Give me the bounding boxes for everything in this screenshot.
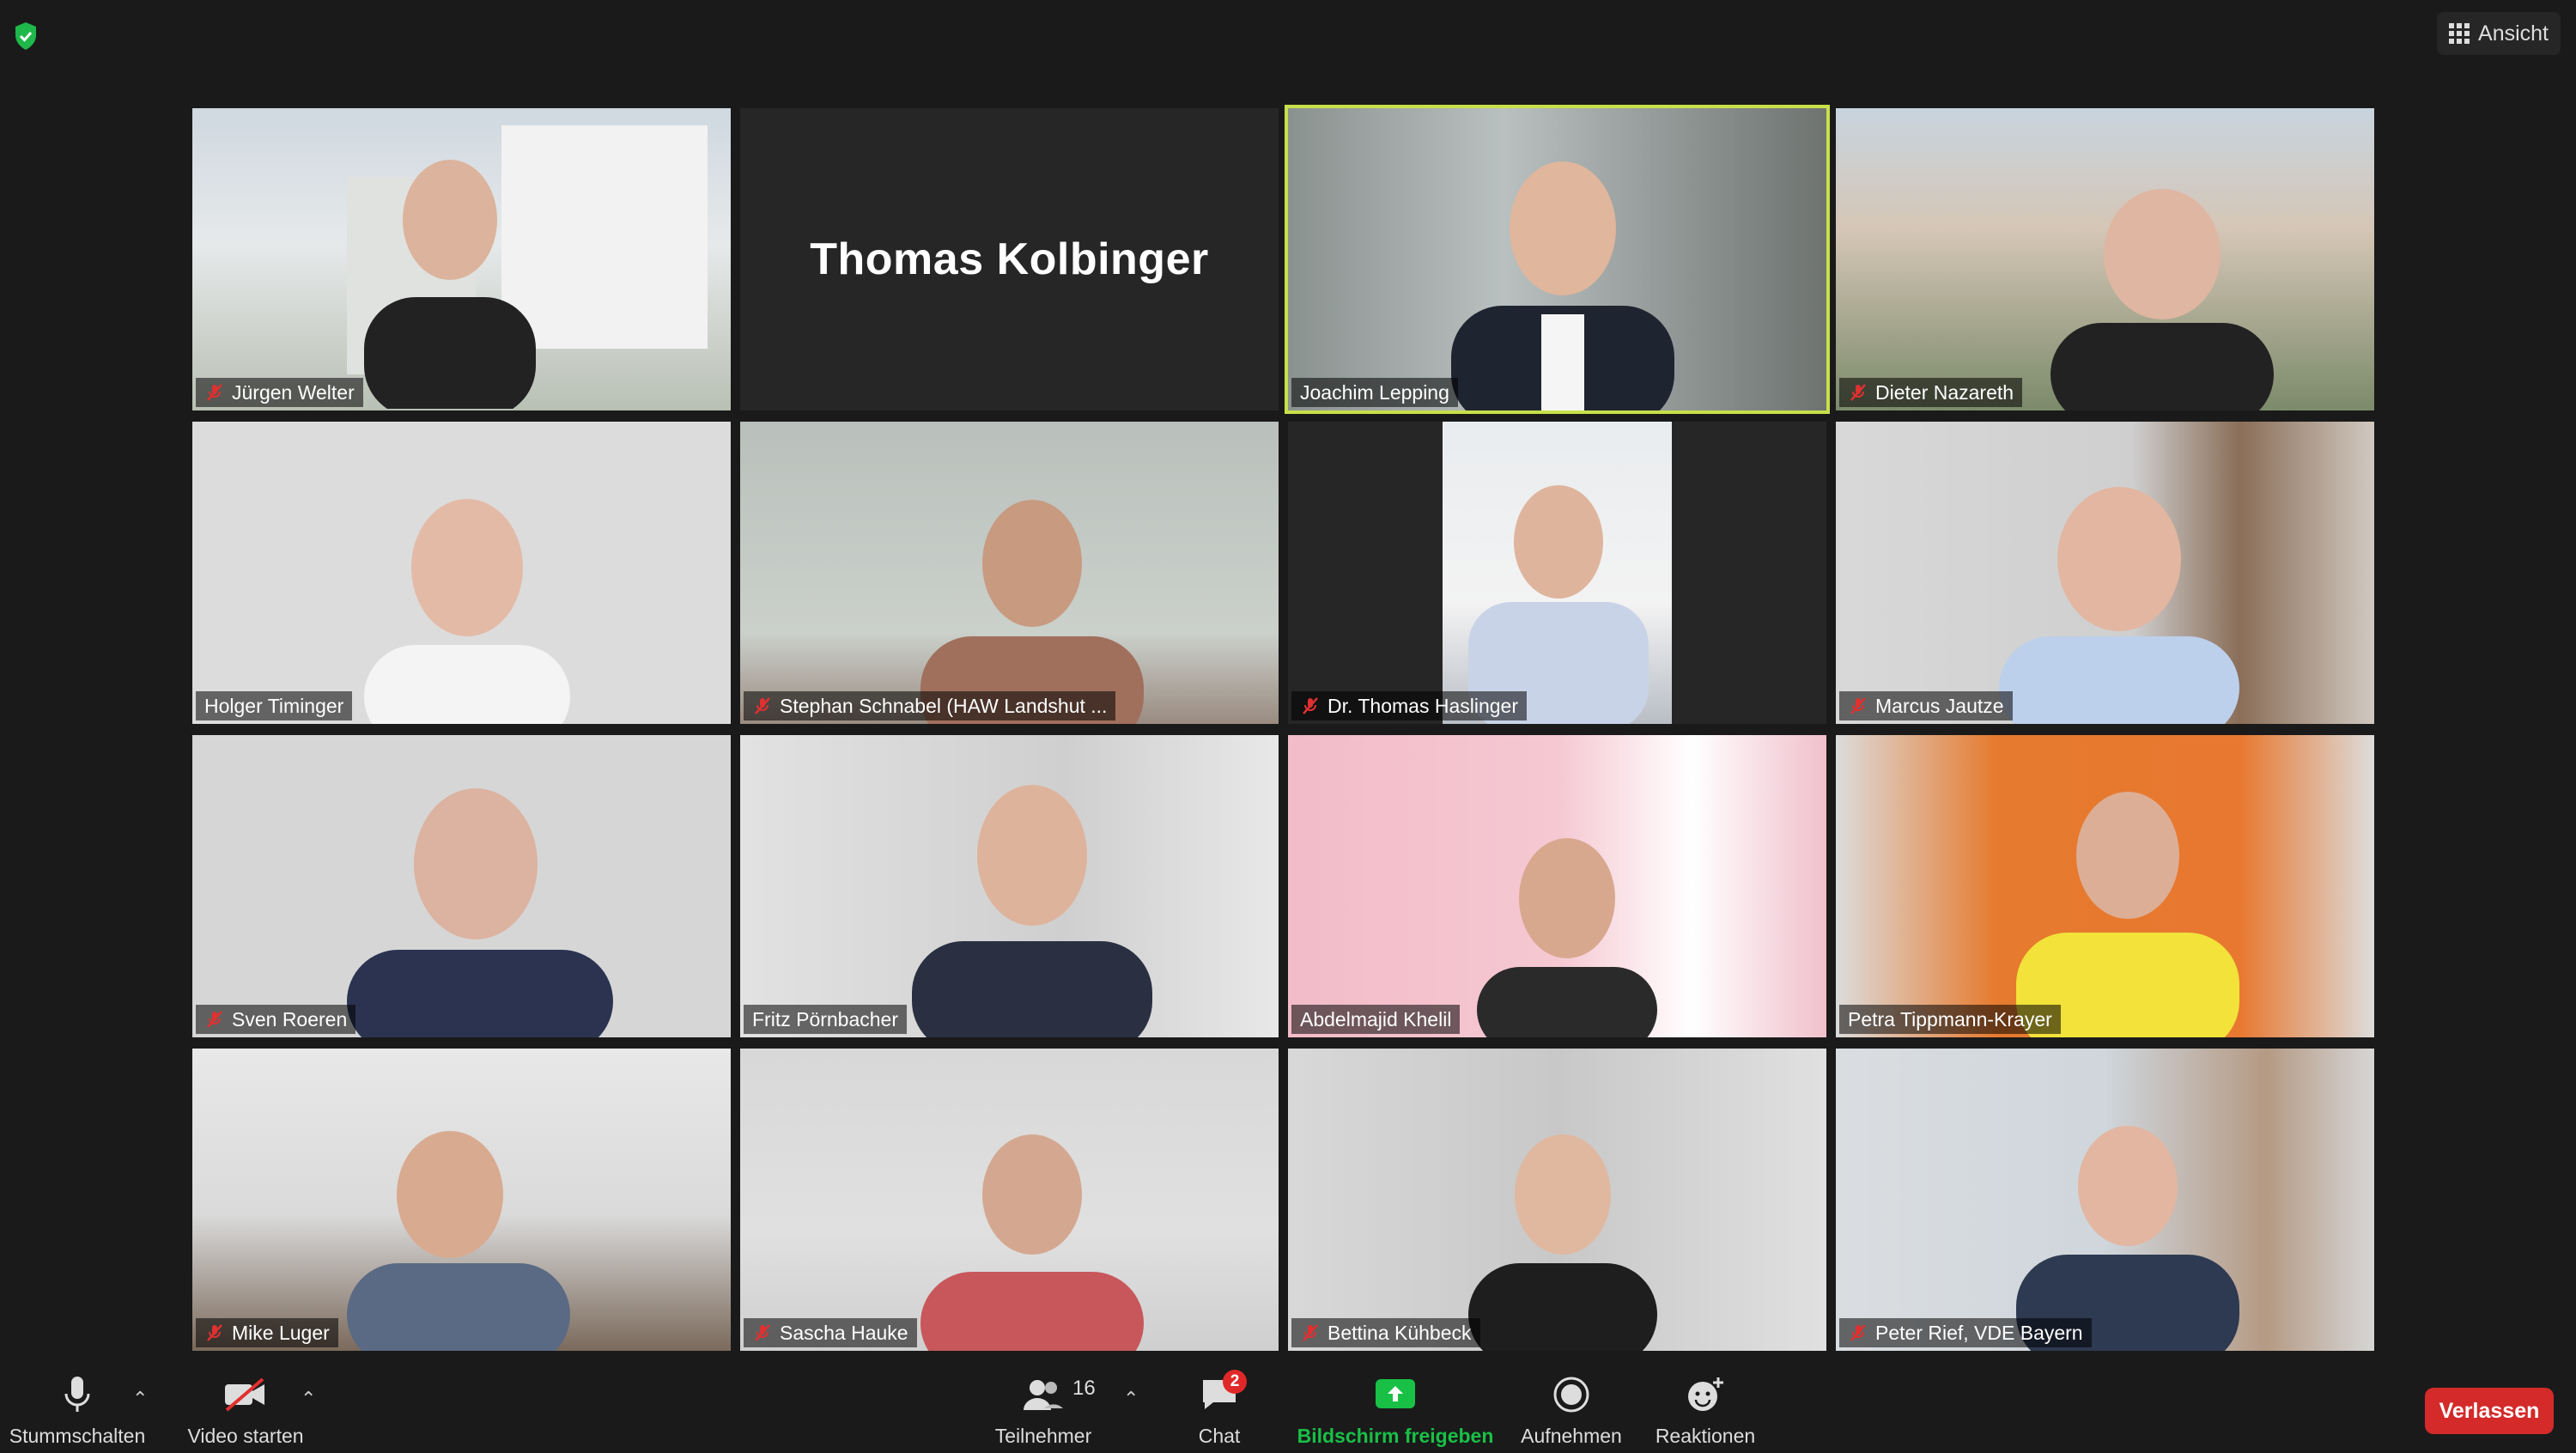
video-off-icon <box>222 1371 270 1418</box>
meeting-toolbar: Stummschalten ⌃ Video starten ⌃ 16 Teiln… <box>0 1367 2576 1453</box>
muted-mic-icon <box>1848 1322 1868 1343</box>
muted-mic-icon <box>204 1322 225 1343</box>
microphone-icon <box>53 1371 101 1418</box>
participant-tile[interactable]: Holger Timinger <box>192 422 731 724</box>
muted-mic-icon <box>204 382 225 403</box>
participant-name-tag: Bettina Kühbeck <box>1291 1318 1480 1347</box>
reactions-smiley-icon <box>1681 1371 1729 1418</box>
participant-tile[interactable]: Abdelmajid Khelil <box>1288 735 1826 1037</box>
record-icon <box>1547 1371 1595 1418</box>
reactions-button[interactable]: Reaktionen <box>1645 1367 1765 1453</box>
participant-tile[interactable]: Thomas Kolbinger <box>740 108 1279 410</box>
muted-mic-icon <box>204 1009 225 1030</box>
participant-name-tag: Jürgen Welter <box>196 378 363 407</box>
participant-name-tag: Marcus Jautze <box>1839 691 2013 720</box>
share-screen-icon <box>1371 1371 1419 1418</box>
participant-name-tag: Dr. Thomas Haslinger <box>1291 691 1527 720</box>
participant-tile[interactable]: Sven Roeren <box>192 735 731 1037</box>
muted-mic-icon <box>1300 696 1321 716</box>
participant-name-tag: Dieter Nazareth <box>1839 378 2023 407</box>
participant-name-tag: Sascha Hauke <box>744 1318 917 1347</box>
participants-count: 16 <box>1072 1377 1096 1400</box>
participant-name-tag: Mike Luger <box>196 1318 338 1347</box>
audio-options-caret-icon[interactable]: ⌃ <box>132 1388 148 1410</box>
participants-icon: 16 <box>1019 1371 1096 1418</box>
participants-options-caret-icon[interactable]: ⌃ <box>1123 1388 1139 1410</box>
participant-display-name: Thomas Kolbinger <box>810 234 1209 284</box>
record-label: Aufnehmen <box>1521 1425 1622 1447</box>
participant-tile[interactable]: Stephan Schnabel (HAW Landshut ... <box>740 422 1279 724</box>
participant-name-tag: Joachim Lepping <box>1291 378 1458 407</box>
participant-tile[interactable]: Peter Rief, VDE Bayern <box>1836 1049 2374 1351</box>
participant-name-tag: Fritz Pörnbacher <box>744 1005 908 1034</box>
video-options-caret-icon[interactable]: ⌃ <box>301 1388 316 1410</box>
muted-mic-icon <box>752 1322 773 1343</box>
participant-tile[interactable]: Sascha Hauke <box>740 1049 1279 1351</box>
muted-mic-icon <box>752 696 773 716</box>
participant-name-tag: Holger Timinger <box>196 691 353 720</box>
muted-mic-icon <box>1848 382 1868 403</box>
reactions-label: Reaktionen <box>1655 1425 1756 1447</box>
security-shield-icon[interactable] <box>10 19 41 53</box>
chat-button[interactable]: 2 Chat <box>1168 1367 1271 1453</box>
participants-label: Teilnehmer <box>994 1425 1092 1447</box>
record-button[interactable]: Aufnehmen <box>1511 1367 1631 1453</box>
participant-tile[interactable]: Petra Tippmann-Krayer <box>1836 735 2374 1037</box>
muted-mic-icon <box>1848 696 1868 716</box>
chat-icon: 2 <box>1195 1370 1247 1418</box>
participant-tile[interactable]: Mike Luger <box>192 1049 731 1351</box>
view-button[interactable]: Ansicht <box>2437 12 2561 55</box>
mute-button[interactable]: Stummschalten <box>9 1367 146 1453</box>
share-screen-label: Bildschirm freigeben <box>1297 1425 1494 1447</box>
participant-tile-active-speaker[interactable]: Joachim Lepping <box>1285 105 1830 414</box>
participant-name-tag: Abdelmajid Khelil <box>1291 1005 1461 1034</box>
top-bar: Ansicht <box>0 0 2576 72</box>
start-video-button[interactable]: Video starten <box>177 1367 314 1453</box>
participant-tile[interactable]: Marcus Jautze <box>1836 422 2374 724</box>
participants-button[interactable]: 16 Teilnehmer <box>979 1367 1108 1453</box>
participant-name-tag: Petra Tippmann-Krayer <box>1839 1005 2061 1034</box>
participant-name-tag: Peter Rief, VDE Bayern <box>1839 1318 2092 1347</box>
video-label: Video starten <box>187 1425 304 1447</box>
participant-tile[interactable]: Dieter Nazareth <box>1836 108 2374 410</box>
participant-tile[interactable]: Jürgen Welter <box>192 108 731 410</box>
participant-name-tag: Sven Roeren <box>196 1005 356 1034</box>
chat-label: Chat <box>1198 1425 1241 1447</box>
participant-tile[interactable]: Fritz Pörnbacher <box>740 735 1279 1037</box>
mute-label: Stummschalten <box>9 1425 146 1447</box>
share-screen-button[interactable]: Bildschirm freigeben <box>1288 1367 1503 1453</box>
grid-view-icon <box>2449 23 2470 44</box>
chat-unread-badge: 2 <box>1223 1370 1247 1394</box>
participant-tile[interactable]: Bettina Kühbeck <box>1288 1049 1826 1351</box>
participant-name-tag: Stephan Schnabel (HAW Landshut ... <box>744 691 1116 720</box>
participant-tile[interactable]: Dr. Thomas Haslinger <box>1288 422 1826 724</box>
leave-meeting-button[interactable]: Verlassen <box>2425 1388 2554 1434</box>
view-label: Ansicht <box>2478 21 2549 46</box>
muted-mic-icon <box>1300 1322 1321 1343</box>
